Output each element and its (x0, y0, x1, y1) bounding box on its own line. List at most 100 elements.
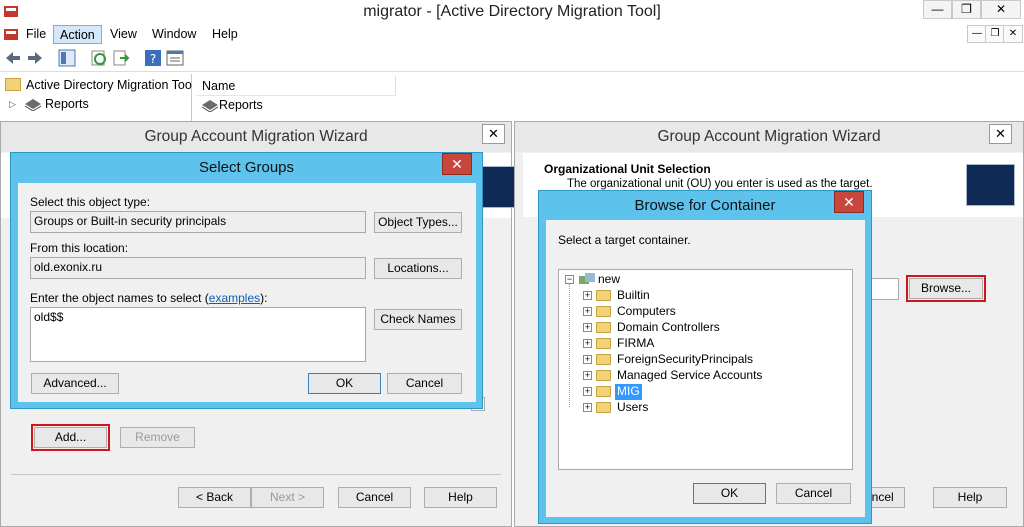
svg-text:?: ? (150, 52, 156, 66)
object-names-label: Enter the object names to select (exampl… (30, 291, 267, 305)
folder-icon (596, 354, 611, 365)
menu-help[interactable]: Help (206, 25, 244, 44)
help-button[interactable]: Help (424, 487, 497, 508)
remove-button[interactable]: Remove (120, 427, 195, 448)
menu-file[interactable]: File (20, 25, 52, 44)
container-tree[interactable]: − new + Builtin + Computers + Domain Con… (558, 269, 853, 470)
mdi-minimize-button[interactable]: — (967, 25, 987, 43)
prompt-text: Select a target container. (558, 233, 691, 247)
folder-icon (596, 370, 611, 381)
tree-node-domain-controllers[interactable]: Domain Controllers (617, 320, 720, 336)
folder-icon (5, 78, 21, 91)
advanced-button[interactable]: Advanced... (31, 373, 119, 394)
expand-icon[interactable]: + (583, 323, 592, 332)
menu-view[interactable]: View (104, 25, 143, 44)
restore-button[interactable]: ❐ (952, 0, 981, 19)
expand-icon[interactable]: + (583, 403, 592, 412)
ou-folder-icon (596, 338, 611, 349)
toolbar: ? (0, 44, 1024, 72)
expand-icon[interactable]: + (583, 371, 592, 380)
highlight-frame (31, 424, 110, 451)
object-names-label-suffix: ): (260, 291, 268, 305)
export-list-icon[interactable] (112, 49, 130, 67)
back-button[interactable]: < Back (178, 487, 251, 508)
tree-guide-line (569, 284, 570, 407)
examples-link[interactable]: examples (209, 291, 260, 305)
object-type-label: Select this object type: (30, 195, 151, 209)
folder-icon (596, 290, 611, 301)
mdi-close-button[interactable]: ✕ (1003, 25, 1023, 43)
tree-node-computers[interactable]: Computers (617, 304, 676, 320)
menu-bar: File Action View Window Help (0, 23, 1024, 44)
ou-folder-icon (596, 322, 611, 333)
highlight-frame (906, 275, 986, 302)
reports-icon (201, 100, 219, 112)
wizard-logo (966, 164, 1015, 206)
mdi-restore-button[interactable]: ❐ (985, 25, 1005, 43)
cancel-button[interactable]: Cancel (387, 373, 462, 394)
tree-node-mig-selected[interactable]: MIG (615, 384, 642, 400)
object-type-field: Groups or Built-in security principals (30, 211, 366, 233)
ok-button[interactable]: OK (308, 373, 381, 394)
tree-node-firma[interactable]: FIRMA (617, 336, 654, 352)
expand-arrow-icon[interactable]: ▷ (9, 99, 16, 110)
collapse-icon[interactable]: − (565, 275, 574, 284)
expand-icon[interactable]: + (583, 355, 592, 364)
dialog-title: Select Groups (198, 159, 295, 176)
show-hide-console-tree-icon[interactable] (58, 49, 76, 67)
object-types-button[interactable]: Object Types... (374, 212, 462, 233)
minimize-button[interactable]: — (923, 0, 952, 19)
location-label: From this location: (30, 241, 129, 255)
wizard-title: Group Account Migration Wizard (1, 122, 511, 152)
dialog-body: Select this object type: Groups or Built… (18, 183, 476, 402)
menu-window[interactable]: Window (146, 25, 202, 44)
refresh-icon[interactable] (90, 49, 108, 67)
tree-node-foreign-security-principals[interactable]: ForeignSecurityPrincipals (617, 352, 753, 368)
expand-icon[interactable]: + (583, 291, 592, 300)
dialog-title: Browse for Container (634, 197, 776, 214)
title-bar: migrator - [Active Directory Migration T… (0, 0, 1024, 23)
tree-item-reports[interactable]: Reports (45, 97, 89, 111)
locations-button[interactable]: Locations... (374, 258, 462, 279)
expand-icon[interactable]: + (583, 307, 592, 316)
tree-node-new[interactable]: new (598, 272, 620, 288)
wizard-title: Group Account Migration Wizard (515, 122, 1023, 152)
console-tree: Active Directory Migration Too ▷ Reports (0, 74, 192, 124)
menu-action[interactable]: Action (53, 25, 102, 44)
browse-for-container-dialog: Browse for Container ✕ Select a target c… (538, 190, 872, 524)
cancel-button[interactable]: Cancel (776, 483, 851, 504)
tree-node-users[interactable]: Users (617, 400, 648, 416)
help-button[interactable]: Help (933, 487, 1007, 508)
window-title: migrator - [Active Directory Migration T… (363, 3, 661, 20)
column-header-name[interactable]: Name (196, 76, 396, 96)
tree-root-label[interactable]: Active Directory Migration Too (26, 78, 192, 92)
reports-icon (24, 99, 42, 111)
wizard-close-button[interactable]: ✕ (989, 124, 1012, 144)
expand-icon[interactable]: + (583, 339, 592, 348)
section-description: The organizational unit (OU) you enter i… (567, 178, 873, 190)
dialog-close-button[interactable]: ✕ (442, 153, 472, 175)
tree-node-builtin[interactable]: Builtin (617, 288, 650, 304)
object-names-label-prefix: Enter the object names to select ( (30, 291, 209, 305)
divider (11, 474, 501, 475)
check-names-button[interactable]: Check Names (374, 309, 462, 330)
app-menu-icon[interactable] (3, 26, 19, 42)
next-button[interactable]: Next > (251, 487, 324, 508)
object-names-input[interactable]: old$$ (30, 307, 366, 362)
wizard-close-button[interactable]: ✕ (482, 124, 505, 144)
domain-icon (579, 273, 595, 286)
dialog-close-button[interactable]: ✕ (834, 191, 864, 213)
ok-button[interactable]: OK (693, 483, 766, 504)
properties-icon[interactable] (166, 49, 184, 67)
forward-icon[interactable] (26, 49, 44, 67)
help-icon[interactable]: ? (144, 49, 162, 67)
select-groups-dialog: Select Groups ✕ Select this object type:… (10, 152, 483, 409)
list-row-reports[interactable]: Reports (219, 98, 263, 112)
cancel-button[interactable]: Cancel (338, 487, 411, 508)
location-field: old.exonix.ru (30, 257, 366, 279)
tree-node-managed-service-accounts[interactable]: Managed Service Accounts (617, 368, 762, 384)
list-pane: Name Reports (196, 76, 1024, 124)
expand-icon[interactable]: + (583, 387, 592, 396)
back-icon[interactable] (4, 49, 22, 67)
close-button[interactable]: ✕ (981, 0, 1021, 19)
